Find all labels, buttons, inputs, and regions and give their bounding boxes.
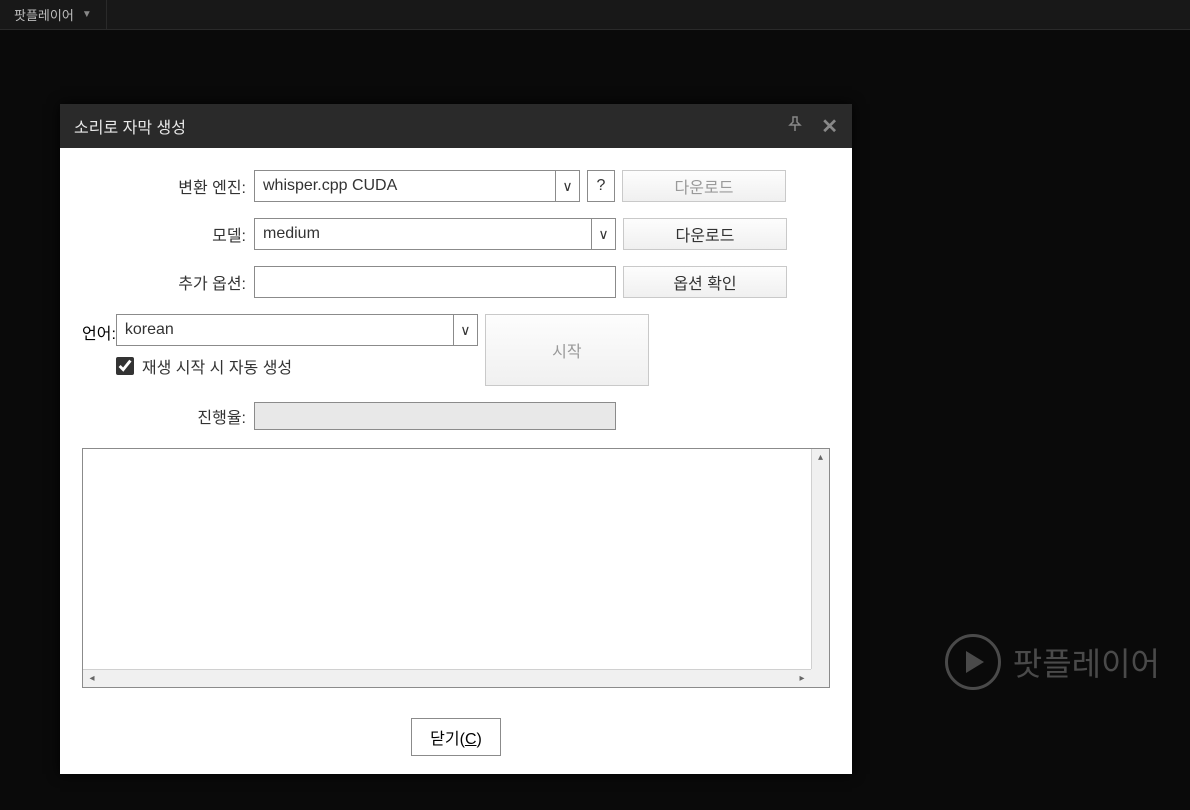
auto-generate-row: 재생 시작 시 자동 생성 xyxy=(116,354,478,378)
close-button-prefix: 닫기( xyxy=(430,731,465,748)
progress-bar xyxy=(254,402,616,430)
start-button[interactable]: 시작 xyxy=(485,314,649,386)
app-topbar: 팟플레이어 ▼ xyxy=(0,0,1190,30)
help-button[interactable]: ? xyxy=(587,170,615,202)
model-label: 모델: xyxy=(82,222,254,246)
auto-generate-checkbox[interactable] xyxy=(116,357,134,375)
close-button-key: C xyxy=(465,731,477,748)
close-button[interactable]: 닫기(C) xyxy=(411,718,501,756)
dialog-body: 변환 엔진: whisper.cpp CUDA ∨ ? 다운로드 모델: med… xyxy=(60,148,852,704)
app-title-text: 팟플레이어 xyxy=(14,5,74,24)
output-textarea[interactable]: ▴ ◂ ▸ xyxy=(82,448,830,688)
engine-download-button[interactable]: 다운로드 xyxy=(622,170,786,202)
language-value: korean xyxy=(117,315,453,345)
model-combo[interactable]: medium ∨ xyxy=(254,218,616,250)
progress-label: 진행율: xyxy=(82,404,254,428)
pin-icon[interactable] xyxy=(787,116,803,137)
language-dropdown-icon[interactable]: ∨ xyxy=(453,315,477,345)
vertical-scrollbar[interactable]: ▴ xyxy=(811,449,829,669)
dialog-title: 소리로 자막 생성 xyxy=(74,114,186,138)
engine-row: 변환 엔진: whisper.cpp CUDA ∨ ? 다운로드 xyxy=(82,170,830,202)
options-row: 추가 옵션: 옵션 확인 xyxy=(82,266,830,298)
engine-combo[interactable]: whisper.cpp CUDA ∨ xyxy=(254,170,580,202)
play-icon xyxy=(945,634,1001,690)
language-label: 언어: xyxy=(82,314,116,344)
dialog-titlebar[interactable]: 소리로 자막 생성 ✕ xyxy=(60,104,852,148)
play-triangle-icon xyxy=(966,651,984,673)
scroll-up-icon[interactable]: ▴ xyxy=(812,449,829,467)
language-start-row: 언어: korean ∨ 재생 시작 시 자동 생성 시작 xyxy=(82,314,830,386)
engine-value: whisper.cpp CUDA xyxy=(255,171,555,201)
app-watermark: 팟플레이어 xyxy=(945,634,1160,690)
language-combo[interactable]: korean ∨ xyxy=(116,314,478,346)
close-icon[interactable]: ✕ xyxy=(821,114,838,139)
progress-row: 진행율: xyxy=(82,402,830,430)
options-label: 추가 옵션: xyxy=(82,270,254,294)
subtitle-generate-dialog: 소리로 자막 생성 ✕ 변환 엔진: whisper.cpp CUDA ∨ ? … xyxy=(60,104,852,774)
horizontal-scrollbar[interactable]: ◂ ▸ xyxy=(83,669,811,687)
close-button-suffix: ) xyxy=(477,731,482,748)
engine-dropdown-icon[interactable]: ∨ xyxy=(555,171,579,201)
engine-label: 변환 엔진: xyxy=(82,174,254,198)
model-download-button[interactable]: 다운로드 xyxy=(623,218,787,250)
options-input[interactable] xyxy=(254,266,616,298)
scroll-corner xyxy=(811,669,829,687)
model-dropdown-icon[interactable]: ∨ xyxy=(591,219,615,249)
scroll-left-icon[interactable]: ◂ xyxy=(83,670,101,687)
app-title-menu[interactable]: 팟플레이어 ▼ xyxy=(0,0,107,29)
watermark-text: 팟플레이어 xyxy=(1013,639,1160,685)
scroll-right-icon[interactable]: ▸ xyxy=(793,670,811,687)
model-row: 모델: medium ∨ 다운로드 xyxy=(82,218,830,250)
chevron-down-icon: ▼ xyxy=(82,9,92,20)
check-options-button[interactable]: 옵션 확인 xyxy=(623,266,787,298)
auto-generate-label: 재생 시작 시 자동 생성 xyxy=(142,354,292,378)
model-value: medium xyxy=(255,219,591,249)
dialog-footer: 닫기(C) xyxy=(60,704,852,774)
